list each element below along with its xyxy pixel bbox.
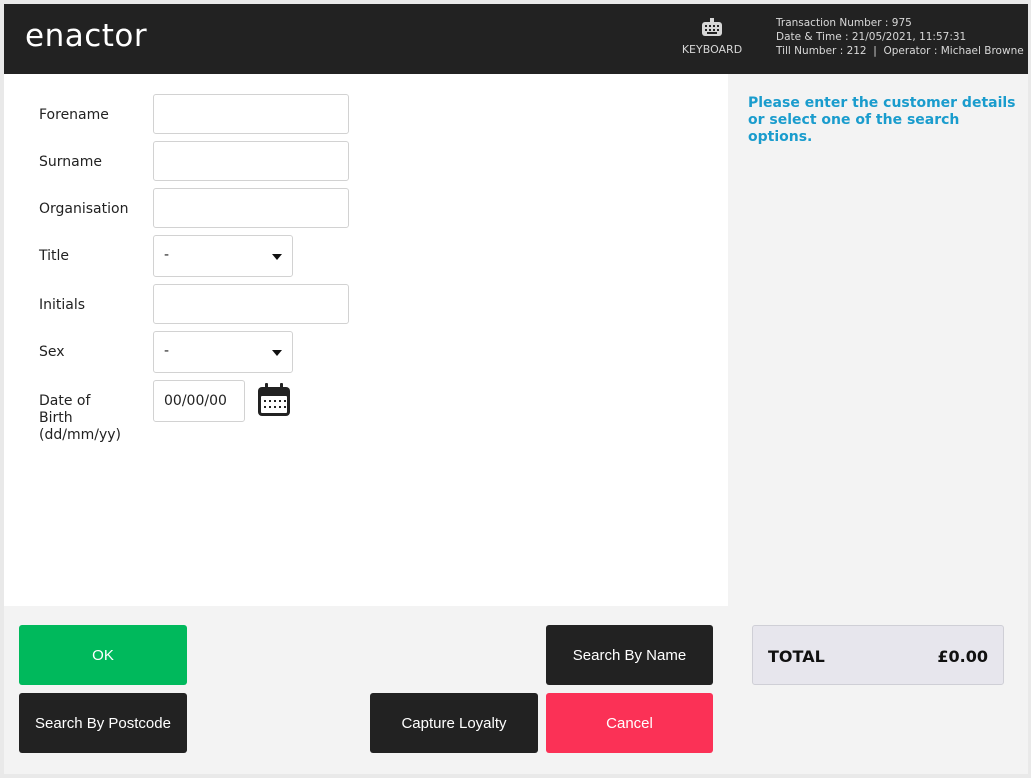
capture-loyalty-label: Capture Loyalty — [401, 714, 507, 732]
transaction-info: Transaction Number : 975 Date & Time : 2… — [776, 16, 1024, 58]
total-amount: £0.00 — [937, 647, 988, 666]
organisation-input[interactable] — [153, 188, 349, 228]
sex-select[interactable]: - — [153, 331, 293, 373]
dob-value: 00/00/00 — [164, 393, 227, 409]
title-value: - — [164, 247, 170, 263]
calendar-icon[interactable] — [257, 383, 291, 421]
sex-label: Sex — [39, 344, 65, 360]
total-box: TOTAL £0.00 — [752, 625, 1004, 685]
search-by-name-label: Search By Name — [572, 646, 687, 664]
till-operator: Till Number : 212 | Operator : Michael B… — [776, 45, 1024, 57]
search-by-postcode-label: Search By Postcode — [35, 714, 171, 732]
keyboard-icon — [702, 18, 722, 36]
cancel-button-label: Cancel — [606, 714, 653, 732]
enactor-logo: enactor — [25, 18, 147, 54]
keyboard-label: KEYBOARD — [681, 43, 743, 56]
ok-button[interactable]: OK — [19, 625, 187, 685]
ok-button-label: OK — [92, 646, 114, 664]
dob-label-line3: (dd/mm/yy) — [39, 427, 121, 443]
keyboard-button[interactable]: KEYBOARD — [672, 18, 752, 56]
forename-input[interactable] — [153, 94, 349, 134]
instruction-message: Please enter the customer details or sel… — [748, 95, 1016, 145]
title-label: Title — [39, 248, 70, 264]
surname-label: Surname — [39, 154, 102, 170]
app-window: enactor KEYBOARD Transaction Number : 97… — [4, 4, 1028, 774]
search-by-postcode-button[interactable]: Search By Postcode — [19, 693, 187, 753]
chevron-down-icon — [272, 254, 282, 260]
dob-label: Date of Birth (dd/mm/yy) — [39, 393, 121, 444]
forename-label: Forename — [39, 107, 109, 123]
header-bar: enactor KEYBOARD Transaction Number : 97… — [4, 4, 1028, 74]
initials-input[interactable] — [153, 284, 349, 324]
date-time: Date & Time : 21/05/2021, 11:57:31 — [776, 31, 967, 43]
initials-label: Initials — [39, 297, 86, 313]
cancel-button[interactable]: Cancel — [546, 693, 713, 753]
info-panel: Please enter the customer details or sel… — [728, 74, 1028, 606]
title-select[interactable]: - — [153, 235, 293, 277]
capture-loyalty-button[interactable]: Capture Loyalty — [370, 693, 538, 753]
total-label: TOTAL — [768, 647, 825, 666]
chevron-down-icon — [272, 350, 282, 356]
surname-input[interactable] — [153, 141, 349, 181]
dob-label-line1: Date of — [39, 393, 91, 409]
transaction-number: Transaction Number : 975 — [776, 17, 912, 29]
search-by-name-button[interactable]: Search By Name — [546, 625, 713, 685]
organisation-label: Organisation — [39, 201, 129, 217]
dob-input[interactable]: 00/00/00 — [153, 380, 245, 422]
customer-form: Forename Surname Organisation Title - In… — [4, 74, 728, 606]
sex-value: - — [164, 343, 170, 359]
dob-label-line2: Birth — [39, 410, 73, 426]
logo-text: enactor — [25, 18, 148, 54]
